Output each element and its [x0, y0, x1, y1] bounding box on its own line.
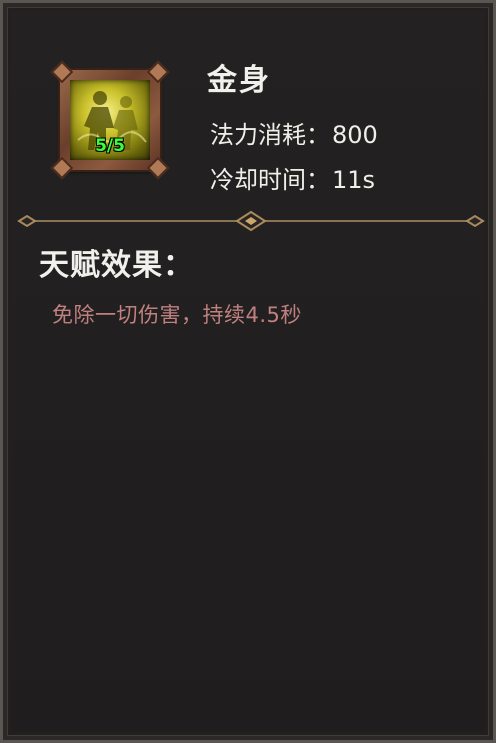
skill-icon-frame[interactable]: 5/5	[50, 60, 170, 180]
ornamental-divider	[17, 210, 485, 232]
divider-diamond-icon	[17, 214, 37, 228]
talent-effect-description: 免除一切伤害，持续4.5秒	[52, 303, 302, 327]
cooldown-row: 冷却时间：11s	[210, 160, 375, 195]
divider-diamond-icon	[465, 214, 485, 228]
skill-tooltip-panel: 5/5 金身 法力消耗：800 冷却时间：11s 天赋效果： 免除一切伤害，持续…	[0, 0, 496, 743]
mana-cost-row: 法力消耗：800	[210, 115, 378, 150]
golden-body-skill-icon: 5/5	[70, 80, 150, 160]
cooldown-value: 11s	[332, 166, 376, 194]
mana-cost-label: 法力消耗：	[210, 121, 330, 149]
skill-name: 金身	[207, 63, 271, 98]
talent-effect-title: 天赋效果：	[39, 248, 194, 283]
skill-level-badge: 5/5	[95, 136, 125, 156]
mana-cost-value: 800	[332, 121, 378, 149]
cooldown-label: 冷却时间：	[210, 166, 330, 194]
